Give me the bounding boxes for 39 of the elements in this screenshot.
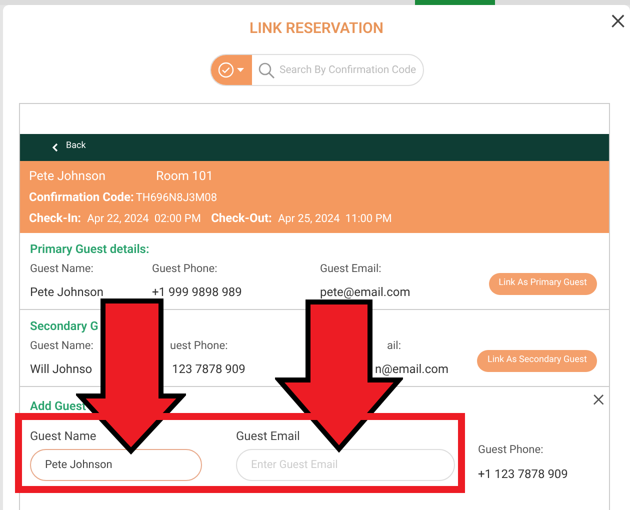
check-out-label: Check-Out: bbox=[211, 210, 272, 226]
field-label: Guest Name bbox=[30, 428, 98, 444]
close-button[interactable]: × bbox=[610, 5, 626, 35]
check-out-date: Apr 25, 2024 11:00 PM bbox=[278, 210, 392, 226]
confirmation-label: Confirmation Code: bbox=[29, 188, 134, 206]
field-value: +1 999 9898 989 bbox=[152, 284, 243, 300]
field-label: Guest Phone: bbox=[152, 260, 218, 276]
confirmation-code: TH696N8J3M08 bbox=[136, 190, 218, 206]
search-field[interactable]: Search By Confirmation Code bbox=[280, 54, 420, 84]
search-icon bbox=[258, 62, 274, 78]
field-label: Guest Phone: bbox=[478, 442, 544, 458]
check-circle-icon bbox=[218, 62, 234, 78]
field-label: Guest Name: bbox=[30, 338, 94, 354]
filter-dropdown[interactable] bbox=[210, 54, 252, 84]
field-value: pete@email.com bbox=[320, 284, 410, 300]
field-value: n@email.com bbox=[375, 360, 448, 378]
field-value: 123 7878 909 bbox=[171, 360, 246, 378]
field-value: Pete Johnson bbox=[30, 284, 104, 300]
search-bar[interactable]: Search By Confirmation Code bbox=[210, 54, 424, 86]
field-value: Will Johnso bbox=[30, 360, 94, 378]
dialog-title: LINK RESERVATION bbox=[249, 18, 384, 39]
section-title: Primary Guest details: bbox=[30, 240, 150, 258]
close-button[interactable]: × bbox=[592, 386, 605, 410]
room-number: Room 101 bbox=[156, 168, 214, 186]
chevron-left-icon bbox=[52, 142, 58, 152]
field-label: Guest Name: bbox=[30, 260, 94, 276]
caret-icon bbox=[237, 68, 244, 72]
back-button[interactable]: Back bbox=[52, 140, 86, 154]
section-title: Add Guest bbox=[30, 398, 88, 414]
guest-name: Pete Johnson bbox=[29, 168, 107, 186]
field-label: ail: bbox=[387, 338, 402, 354]
field-value: +1 123 7878 909 bbox=[478, 466, 568, 483]
field-label: uest Phone: bbox=[170, 338, 229, 354]
section-title: Secondary G bbox=[30, 318, 100, 334]
guest-name-field[interactable]: Pete Johnson bbox=[30, 448, 202, 480]
check-in-label: Check-In: bbox=[29, 210, 82, 226]
check-in-date: Apr 22, 2024 02:00 PM bbox=[87, 210, 202, 226]
field-label: Guest Email bbox=[236, 428, 301, 444]
field-label: Guest Email: bbox=[320, 260, 382, 276]
